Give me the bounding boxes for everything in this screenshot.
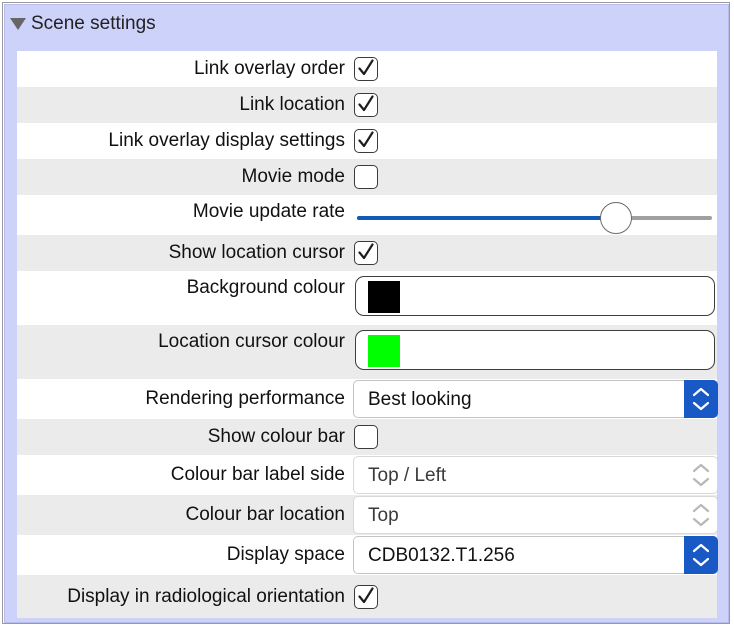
setting-label: Background colour bbox=[186, 277, 345, 298]
show-location-cursor-checkbox[interactable] bbox=[354, 241, 378, 265]
disclosure-triangle-icon[interactable] bbox=[10, 18, 26, 30]
slider-fill bbox=[357, 216, 617, 220]
rendering-performance-select[interactable]: Best looking bbox=[353, 380, 718, 418]
up-down-arrows-icon bbox=[684, 496, 718, 534]
colour-bar-label-side-select: Top / Left bbox=[353, 456, 718, 494]
movie-mode-checkbox[interactable] bbox=[354, 165, 378, 189]
link-overlay-display-settings-checkbox[interactable] bbox=[354, 129, 378, 153]
setting-row-link-location: Link location bbox=[17, 87, 717, 123]
setting-row-link-overlay-display-settings: Link overlay display settings bbox=[17, 123, 717, 159]
display-in-radiological-orientation-checkbox[interactable] bbox=[354, 584, 378, 609]
background-colour-button[interactable] bbox=[355, 276, 715, 316]
link-overlay-order-checkbox[interactable] bbox=[354, 57, 378, 81]
scene-settings-panel: Scene settings Link overlay order Link lo… bbox=[4, 4, 729, 623]
setting-row-rendering-performance: Rendering performance Best looking bbox=[17, 379, 718, 419]
setting-label: Link overlay order bbox=[193, 58, 345, 79]
setting-label: Movie update rate bbox=[192, 201, 345, 222]
setting-row-background-colour: Background colour bbox=[17, 271, 717, 325]
link-location-checkbox[interactable] bbox=[354, 93, 378, 117]
setting-row-colour-bar-label-side: Colour bar label side Top / Left bbox=[17, 455, 718, 495]
movie-update-rate-slider[interactable] bbox=[357, 216, 712, 220]
setting-row-display-space: Display space CDB0132.T1.256 bbox=[17, 535, 718, 575]
panel-title: Scene settings bbox=[31, 13, 156, 34]
setting-label: Show location cursor bbox=[168, 242, 345, 263]
setting-row-show-location-cursor: Show location cursor bbox=[17, 235, 717, 271]
panel-header[interactable]: Scene settings bbox=[5, 5, 728, 43]
setting-label: Show colour bar bbox=[207, 426, 345, 447]
setting-label: Display in radiological orientation bbox=[67, 585, 345, 607]
select-value: Top / Left bbox=[368, 465, 447, 486]
setting-label: Location cursor colour bbox=[158, 331, 345, 352]
setting-label: Rendering performance bbox=[145, 388, 345, 409]
setting-label: Colour bar location bbox=[185, 504, 345, 525]
setting-row-colour-bar-location: Colour bar location Top bbox=[17, 495, 718, 535]
slider-thumb[interactable] bbox=[600, 202, 633, 234]
setting-label: Colour bar label side bbox=[170, 464, 345, 485]
setting-label: Movie mode bbox=[241, 166, 346, 187]
colour-bar-location-select: Top bbox=[353, 496, 718, 534]
select-value: Best looking bbox=[368, 389, 472, 410]
setting-label: Display space bbox=[226, 544, 345, 565]
display-space-select[interactable]: CDB0132.T1.256 bbox=[353, 536, 718, 574]
setting-label: Link location bbox=[239, 94, 345, 115]
setting-row-movie-mode: Movie mode bbox=[17, 159, 717, 195]
location-cursor-colour-button[interactable] bbox=[355, 330, 715, 370]
colour-swatch bbox=[368, 335, 400, 367]
up-down-arrows-icon[interactable] bbox=[684, 536, 718, 574]
settings-list: Link overlay order Link location Link over… bbox=[17, 51, 718, 618]
up-down-arrows-icon[interactable] bbox=[684, 380, 718, 418]
setting-label: Link overlay display settings bbox=[108, 130, 345, 151]
up-down-arrows-icon bbox=[684, 456, 718, 494]
colour-swatch bbox=[368, 281, 400, 313]
setting-row-show-colour-bar: Show colour bar bbox=[17, 419, 717, 455]
select-value: CDB0132.T1.256 bbox=[368, 545, 515, 566]
show-colour-bar-checkbox[interactable] bbox=[354, 425, 378, 449]
setting-row-movie-update-rate: Movie update rate bbox=[17, 195, 717, 235]
select-value: Top bbox=[368, 505, 399, 526]
setting-row-link-overlay-order: Link overlay order bbox=[17, 51, 717, 87]
setting-row-location-cursor-colour: Location cursor colour bbox=[17, 325, 717, 379]
setting-row-display-in-radiological-orientation: Display in radiological orientation bbox=[17, 575, 717, 618]
